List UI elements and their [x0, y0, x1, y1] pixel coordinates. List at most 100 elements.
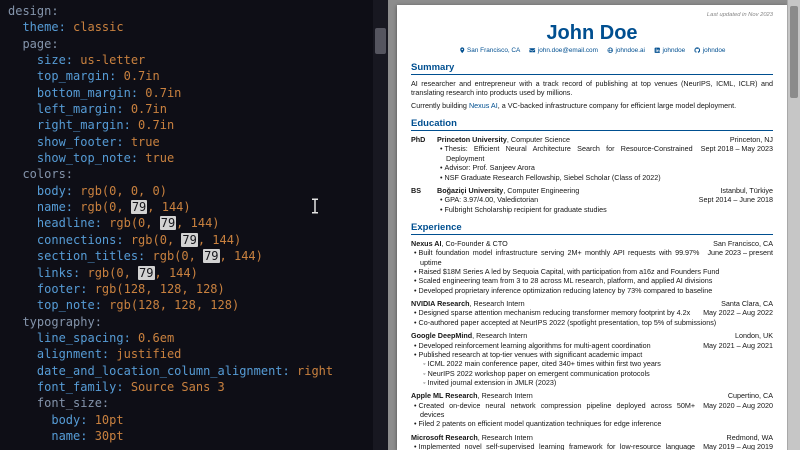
code-line: typography:: [8, 314, 333, 330]
contact-linkedin-link[interactable]: johndoe: [654, 47, 685, 54]
bullet-item: ◦Invited journal extension in JMLR (2023…: [411, 378, 773, 387]
ibeam-cursor-icon: [310, 198, 320, 214]
code-token: true: [124, 135, 160, 149]
entry-dates: May 2021 – Aug 2021: [703, 341, 773, 350]
contact-location-link[interactable]: San Francisco, CA: [459, 47, 521, 54]
nexus-ai-link[interactable]: Nexus AI: [469, 101, 498, 110]
code-token: date_and_location_column_alignment:: [8, 364, 290, 378]
entry-location: London, UK: [703, 331, 773, 340]
section-title-summary: Summary: [411, 62, 773, 75]
bullet-text: Created on-device neural network compres…: [419, 401, 696, 419]
code-line: font_family: Source Sans 3: [8, 379, 333, 395]
code-token: right: [290, 364, 333, 378]
entry-location: Santa Clara, CA: [703, 299, 773, 308]
contact-mail-link[interactable]: john.doe@email.com: [529, 47, 598, 54]
contact-label: john.doe@email.com: [538, 47, 598, 54]
code-token: rgb(0, 0, 0): [73, 184, 167, 198]
company-name: Apple ML Research: [411, 391, 478, 400]
code-token: footer:: [8, 282, 87, 296]
code-token: true: [138, 151, 174, 165]
experience-section: Experience San Francisco, CAJune 2023 – …: [411, 222, 773, 450]
bullet-text: Thesis: Efficient Neural Architecture Se…: [445, 144, 693, 162]
entry-location-dates: Princeton, NJSept 2018 – May 2023: [701, 135, 773, 154]
summary-section: Summary AI researcher and entrepreneur w…: [411, 62, 773, 110]
linkedin-icon: [654, 47, 661, 54]
pdf-scrollbar-thumb[interactable]: [790, 6, 798, 98]
globe-icon: [607, 47, 614, 54]
last-updated-note: Last updated in Nov 2023: [411, 12, 773, 18]
code-token: colors:: [8, 167, 73, 181]
entry-location-dates: Cupertino, CAMay 2020 – Aug 2020: [703, 391, 773, 410]
experience-entry: Santa Clara, CAMay 2022 – Aug 2022NVIDIA…: [411, 299, 773, 327]
bullet-item: •Co-authored paper accepted at NeurIPS 2…: [411, 318, 773, 327]
code-token: font_size:: [8, 396, 109, 410]
contact-label: johndoe: [703, 47, 726, 54]
highlighted-token: 79: [160, 216, 176, 230]
bullet-text: Designed sparse attention mechanism redu…: [419, 308, 691, 317]
code-token: name:: [8, 200, 73, 214]
entry-dates: May 2019 – Aug 2019: [703, 442, 773, 450]
section-title-experience: Experience: [411, 222, 773, 235]
pdf-scrollbar[interactable]: [787, 0, 800, 450]
contact-globe-link[interactable]: johndoe.ai: [607, 47, 645, 54]
code-line: top_note: rgb(128, 128, 128): [8, 297, 333, 313]
code-line: size: us-letter: [8, 52, 333, 68]
entry-location-dates: Istanbul, TürkiyeSept 2014 – June 2018: [699, 186, 773, 205]
company-name: Google DeepMind: [411, 331, 472, 340]
entry-location-dates: Redmond, WAMay 2019 – Aug 2019: [703, 433, 773, 450]
app-window: design: theme: classic page: size: us-le…: [0, 0, 800, 450]
education-entries: Princeton, NJSept 2018 – May 2023PhDPrin…: [411, 135, 773, 214]
entry-dates: May 2020 – Aug 2020: [703, 401, 773, 410]
position-title: , Research Intern: [469, 299, 524, 308]
code-token: right_margin:: [8, 118, 131, 132]
code-line: page:: [8, 36, 333, 52]
entry-location: San Francisco, CA: [707, 239, 773, 248]
bullet-text: GPA: 3.97/4.00, Valedictorian: [445, 195, 539, 204]
pdf-preview-pane[interactable]: Last updated in Nov 2023 John Doe San Fr…: [388, 0, 800, 450]
code-token: body:: [8, 184, 73, 198]
editor-scrollbar-thumb[interactable]: [375, 28, 386, 54]
bullet-item: ◦NeurIPS 2022 workshop paper on emergent…: [411, 369, 773, 378]
bullet-item: •Published research at top-tier venues w…: [411, 350, 773, 359]
code-token: rgb(0,: [145, 249, 203, 263]
entry-location-dates: San Francisco, CAJune 2023 – present: [707, 239, 773, 258]
code-token: links:: [8, 266, 80, 280]
education-entry: Istanbul, TürkiyeSept 2014 – June 2018 BS…: [411, 186, 773, 214]
contact-github-link[interactable]: johndoe: [694, 47, 725, 54]
code-token: font_family:: [8, 380, 124, 394]
entry-dates: June 2023 – present: [707, 248, 773, 257]
code-token: 10pt: [87, 413, 123, 427]
contact-label: johndoe: [662, 47, 685, 54]
code-token: classic: [66, 20, 124, 34]
bullet-item: •Fulbright Scholarship recipient for gra…: [437, 205, 773, 214]
section-title-education: Education: [411, 118, 773, 131]
institution-name: Princeton University: [437, 135, 507, 144]
entry-location: Redmond, WA: [703, 433, 773, 442]
code-line: connections: rgb(0, 79, 144): [8, 232, 333, 248]
summary-text: Currently building: [411, 101, 469, 110]
degree-label: BS: [411, 186, 421, 195]
entry-location: Princeton, NJ: [701, 135, 773, 144]
location-icon: [459, 47, 466, 54]
yaml-editor-pane[interactable]: design: theme: classic page: size: us-le…: [0, 0, 388, 450]
code-line: body: rgb(0, 0, 0): [8, 183, 333, 199]
code-token: 0.6em: [131, 331, 174, 345]
code-token: left_margin:: [8, 102, 124, 116]
company-name: NVIDIA Research: [411, 299, 469, 308]
bullet-item: •Advisor: Prof. Sanjeev Arora: [437, 163, 773, 172]
highlighted-token: 79: [203, 249, 219, 263]
position-title: , Research Intern: [472, 331, 527, 340]
code-token: top_margin:: [8, 69, 116, 83]
code-token: design:: [8, 4, 59, 18]
bullet-text: NSF Graduate Research Fellowship, Siebel…: [445, 173, 661, 182]
code-line: left_margin: 0.7in: [8, 101, 333, 117]
code-line: section_titles: rgb(0, 79, 144): [8, 248, 333, 264]
editor-scrollbar[interactable]: [373, 0, 388, 450]
code-token: rgb(0,: [102, 216, 160, 230]
code-line: name: rgb(0, 79, 144): [8, 199, 333, 215]
code-token: page:: [8, 37, 59, 51]
code-token: typography:: [8, 315, 102, 329]
code-token: , 144): [147, 200, 190, 214]
code-token: alignment:: [8, 347, 109, 361]
experience-entry: Redmond, WAMay 2019 – Aug 2019Microsoft …: [411, 433, 773, 450]
